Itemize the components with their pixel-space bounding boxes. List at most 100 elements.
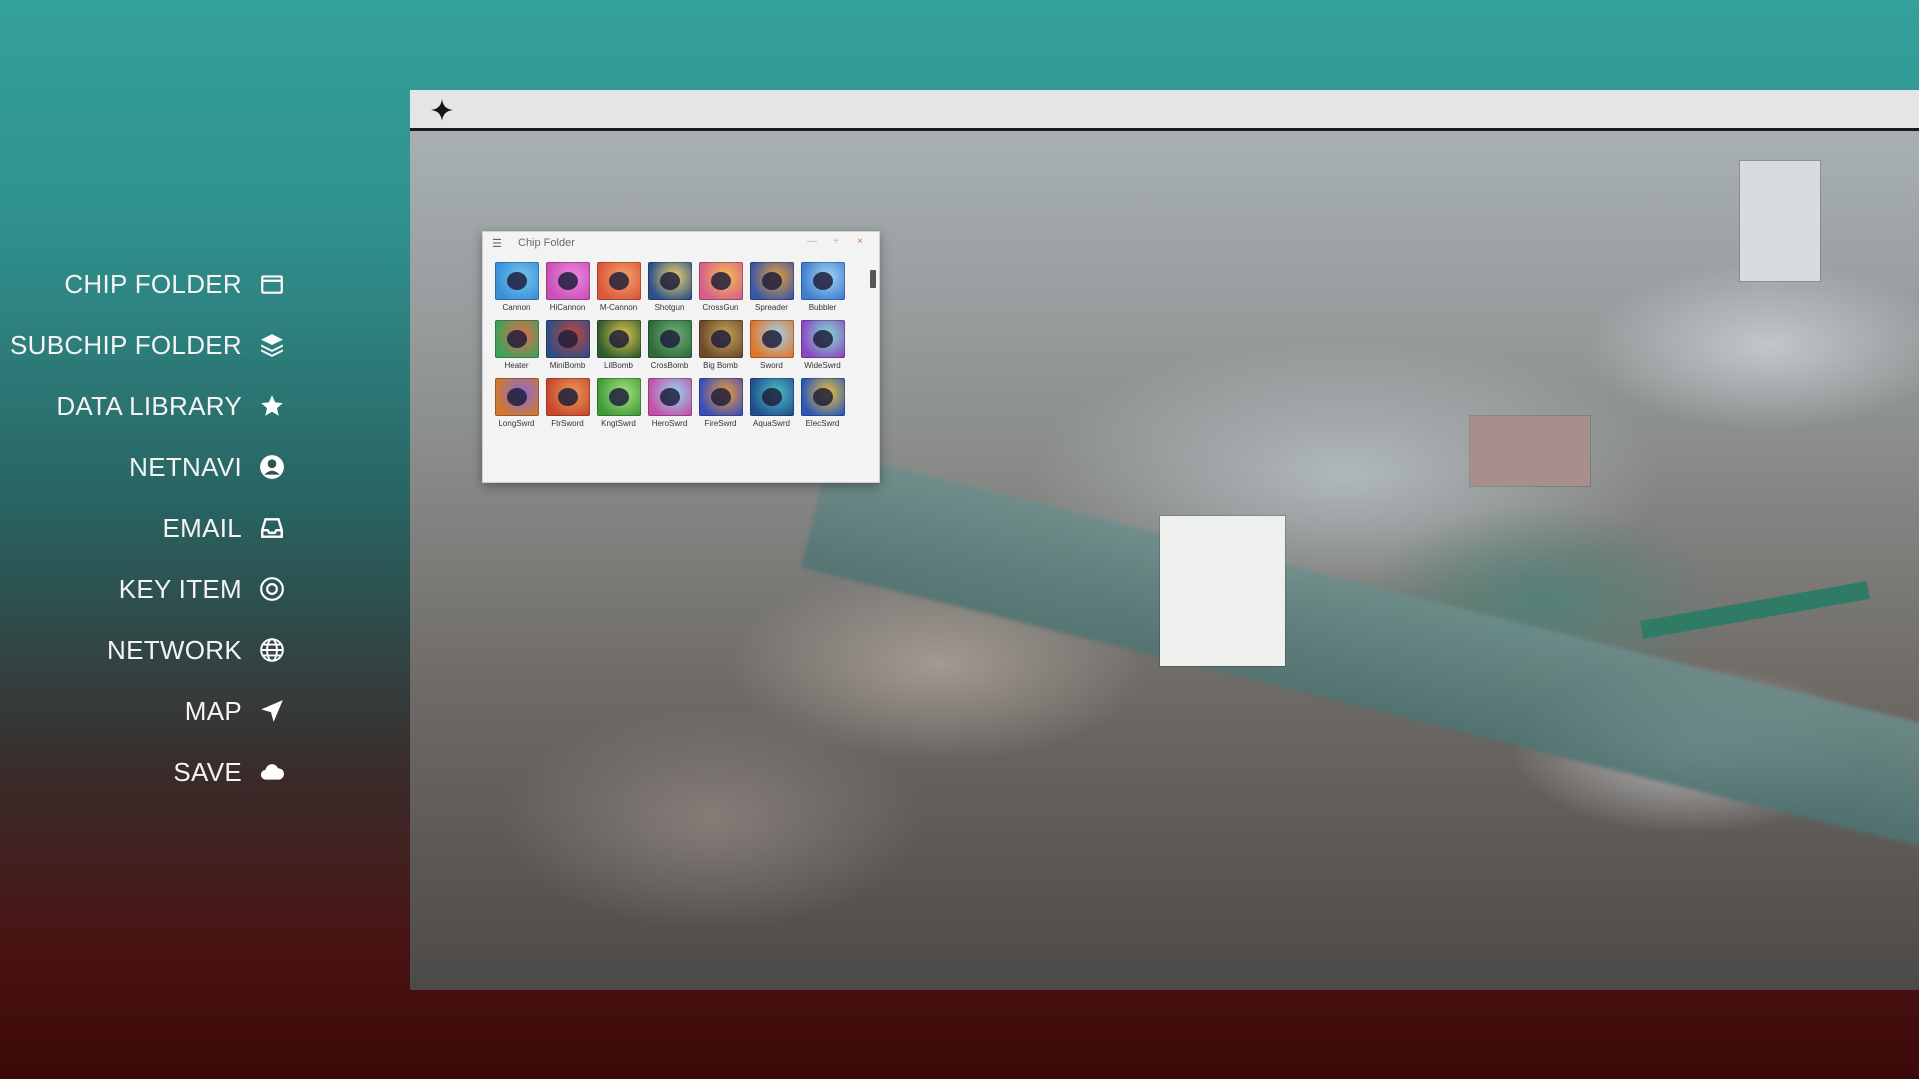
chip-item[interactable]: MiniBomb	[542, 320, 593, 378]
user-icon	[258, 453, 286, 481]
chip-item[interactable]: Sword	[746, 320, 797, 378]
chip-item[interactable]: AquaSwrd	[746, 378, 797, 436]
chip-item[interactable]: M-Cannon	[593, 262, 644, 320]
desktop-window: ☰ Chip Folder — + × Cannon HiCannon M-Cann…	[410, 90, 1919, 990]
chip-name: Cannon	[502, 303, 531, 312]
chip-item[interactable]: Heater	[491, 320, 542, 378]
chip-item[interactable]: KngtSwrd	[593, 378, 644, 436]
menu-item-network[interactable]: NETWORK	[107, 628, 286, 672]
menu-item-label: CHIP FOLDER	[64, 268, 242, 299]
menu-item-email[interactable]: EMAIL	[162, 506, 286, 550]
chip-item[interactable]: CrosBomb	[644, 320, 695, 378]
river-decoration	[800, 451, 1919, 882]
chip-folder-title: Chip Folder	[518, 237, 575, 249]
chip-item[interactable]: Big Bomb	[695, 320, 746, 378]
menu-item-key-item[interactable]: KEY ITEM	[119, 567, 286, 611]
chip-name: MiniBomb	[549, 361, 586, 370]
chip-art-figure	[761, 272, 782, 290]
chip-item[interactable]: LilBomb	[593, 320, 644, 378]
chip-art-image	[494, 262, 539, 300]
chip-art-figure	[506, 388, 527, 406]
chip-art-figure	[659, 272, 680, 290]
chip-art-figure	[608, 272, 629, 290]
chip-art-figure	[812, 330, 833, 348]
chip-item[interactable]: LongSwrd	[491, 378, 542, 436]
chip-item[interactable]: Shotgun	[644, 262, 695, 320]
chip-art-figure	[710, 330, 731, 348]
sparkle-icon[interactable]	[430, 98, 454, 122]
chip-item[interactable]: HeroSwrd	[644, 378, 695, 436]
chip-art-image	[698, 262, 743, 300]
chip-name: Spreader	[755, 303, 788, 312]
chip-art-figure	[812, 388, 833, 406]
chip-art-image	[698, 378, 743, 416]
chip-grid: Cannon HiCannon M-Cannon Shotgun CrossGun Spr…	[491, 262, 848, 436]
menu-item-label: SAVE	[173, 756, 242, 787]
tower-decoration	[1160, 516, 1285, 666]
chip-folder-titlebar[interactable]: ☰ Chip Folder — + ×	[483, 232, 879, 256]
chip-item[interactable]: Spreader	[746, 262, 797, 320]
chip-name: Heater	[504, 361, 529, 370]
chip-name: HiCannon	[549, 303, 586, 312]
globe-icon	[258, 636, 286, 664]
chip-art-figure	[812, 272, 833, 290]
menu-item-subchip-folder[interactable]: SUBCHIP FOLDER	[10, 323, 286, 367]
star-icon	[258, 392, 286, 420]
chip-art-figure	[659, 388, 680, 406]
chip-item[interactable]: WideSwrd	[797, 320, 848, 378]
chip-name: Sword	[760, 361, 783, 370]
minimize-button[interactable]: —	[805, 236, 819, 247]
city-wallpaper: ☰ Chip Folder — + × Cannon HiCannon M-Cann…	[410, 131, 1919, 990]
chip-item[interactable]: FireSwrd	[695, 378, 746, 436]
chip-art-figure	[659, 330, 680, 348]
chip-art-image	[749, 320, 794, 358]
menu-item-data-library[interactable]: DATA LIBRARY	[56, 384, 286, 428]
menu-item-label: KEY ITEM	[118, 573, 242, 604]
menu-item-map[interactable]: MAP	[185, 689, 286, 733]
chip-name: HeroSwrd	[651, 419, 688, 428]
chip-name: M-Cannon	[599, 303, 638, 312]
close-button[interactable]: ×	[853, 236, 867, 247]
menu-item-chip-folder[interactable]: CHIP FOLDER	[64, 262, 286, 306]
chip-art-image	[545, 262, 590, 300]
menu-item-save[interactable]: SAVE	[173, 750, 286, 794]
navigation-arrow-icon	[258, 697, 286, 725]
chip-item[interactable]: HiCannon	[542, 262, 593, 320]
chip-art-image	[800, 378, 845, 416]
tower-decoration	[1740, 161, 1820, 281]
scrollbar-thumb[interactable]	[870, 270, 876, 288]
chip-art-figure	[608, 330, 629, 348]
chip-art-image	[800, 320, 845, 358]
chip-item[interactable]: Bubbler	[797, 262, 848, 320]
maximize-button[interactable]: +	[829, 236, 843, 247]
chip-item[interactable]: ElecSwrd	[797, 378, 848, 436]
chip-name: Shotgun	[654, 303, 685, 312]
chip-name: CrosBomb	[650, 361, 689, 370]
chip-art-image	[749, 262, 794, 300]
chip-item[interactable]: FtrSword	[542, 378, 593, 436]
menu-item-label: DATA LIBRARY	[56, 390, 242, 421]
chip-art-image	[647, 262, 692, 300]
chip-art-image	[494, 378, 539, 416]
chip-art-image	[749, 378, 794, 416]
hamburger-menu-icon[interactable]: ☰	[492, 238, 502, 250]
chip-name: LongSwrd	[498, 419, 535, 428]
chip-art-image	[494, 320, 539, 358]
chip-item[interactable]: Cannon	[491, 262, 542, 320]
scrollbar[interactable]	[869, 262, 877, 478]
chip-art-figure	[557, 330, 578, 348]
menu-item-label: SUBCHIP FOLDER	[10, 329, 242, 360]
chip-art-figure	[557, 388, 578, 406]
chip-item[interactable]: CrossGun	[695, 262, 746, 320]
chip-name: FireSwrd	[704, 419, 737, 428]
menu-item-netnavi[interactable]: NETNAVI	[129, 445, 286, 489]
menu-item-label: NETNAVI	[129, 451, 242, 482]
menu-item-label: MAP	[184, 695, 242, 726]
chip-art-figure	[761, 388, 782, 406]
desktop-topbar	[410, 90, 1919, 131]
target-icon	[258, 575, 286, 603]
layers-icon	[258, 331, 286, 359]
chip-name: Bubbler	[808, 303, 837, 312]
chip-name: LilBomb	[604, 361, 633, 370]
chip-art-image	[800, 262, 845, 300]
